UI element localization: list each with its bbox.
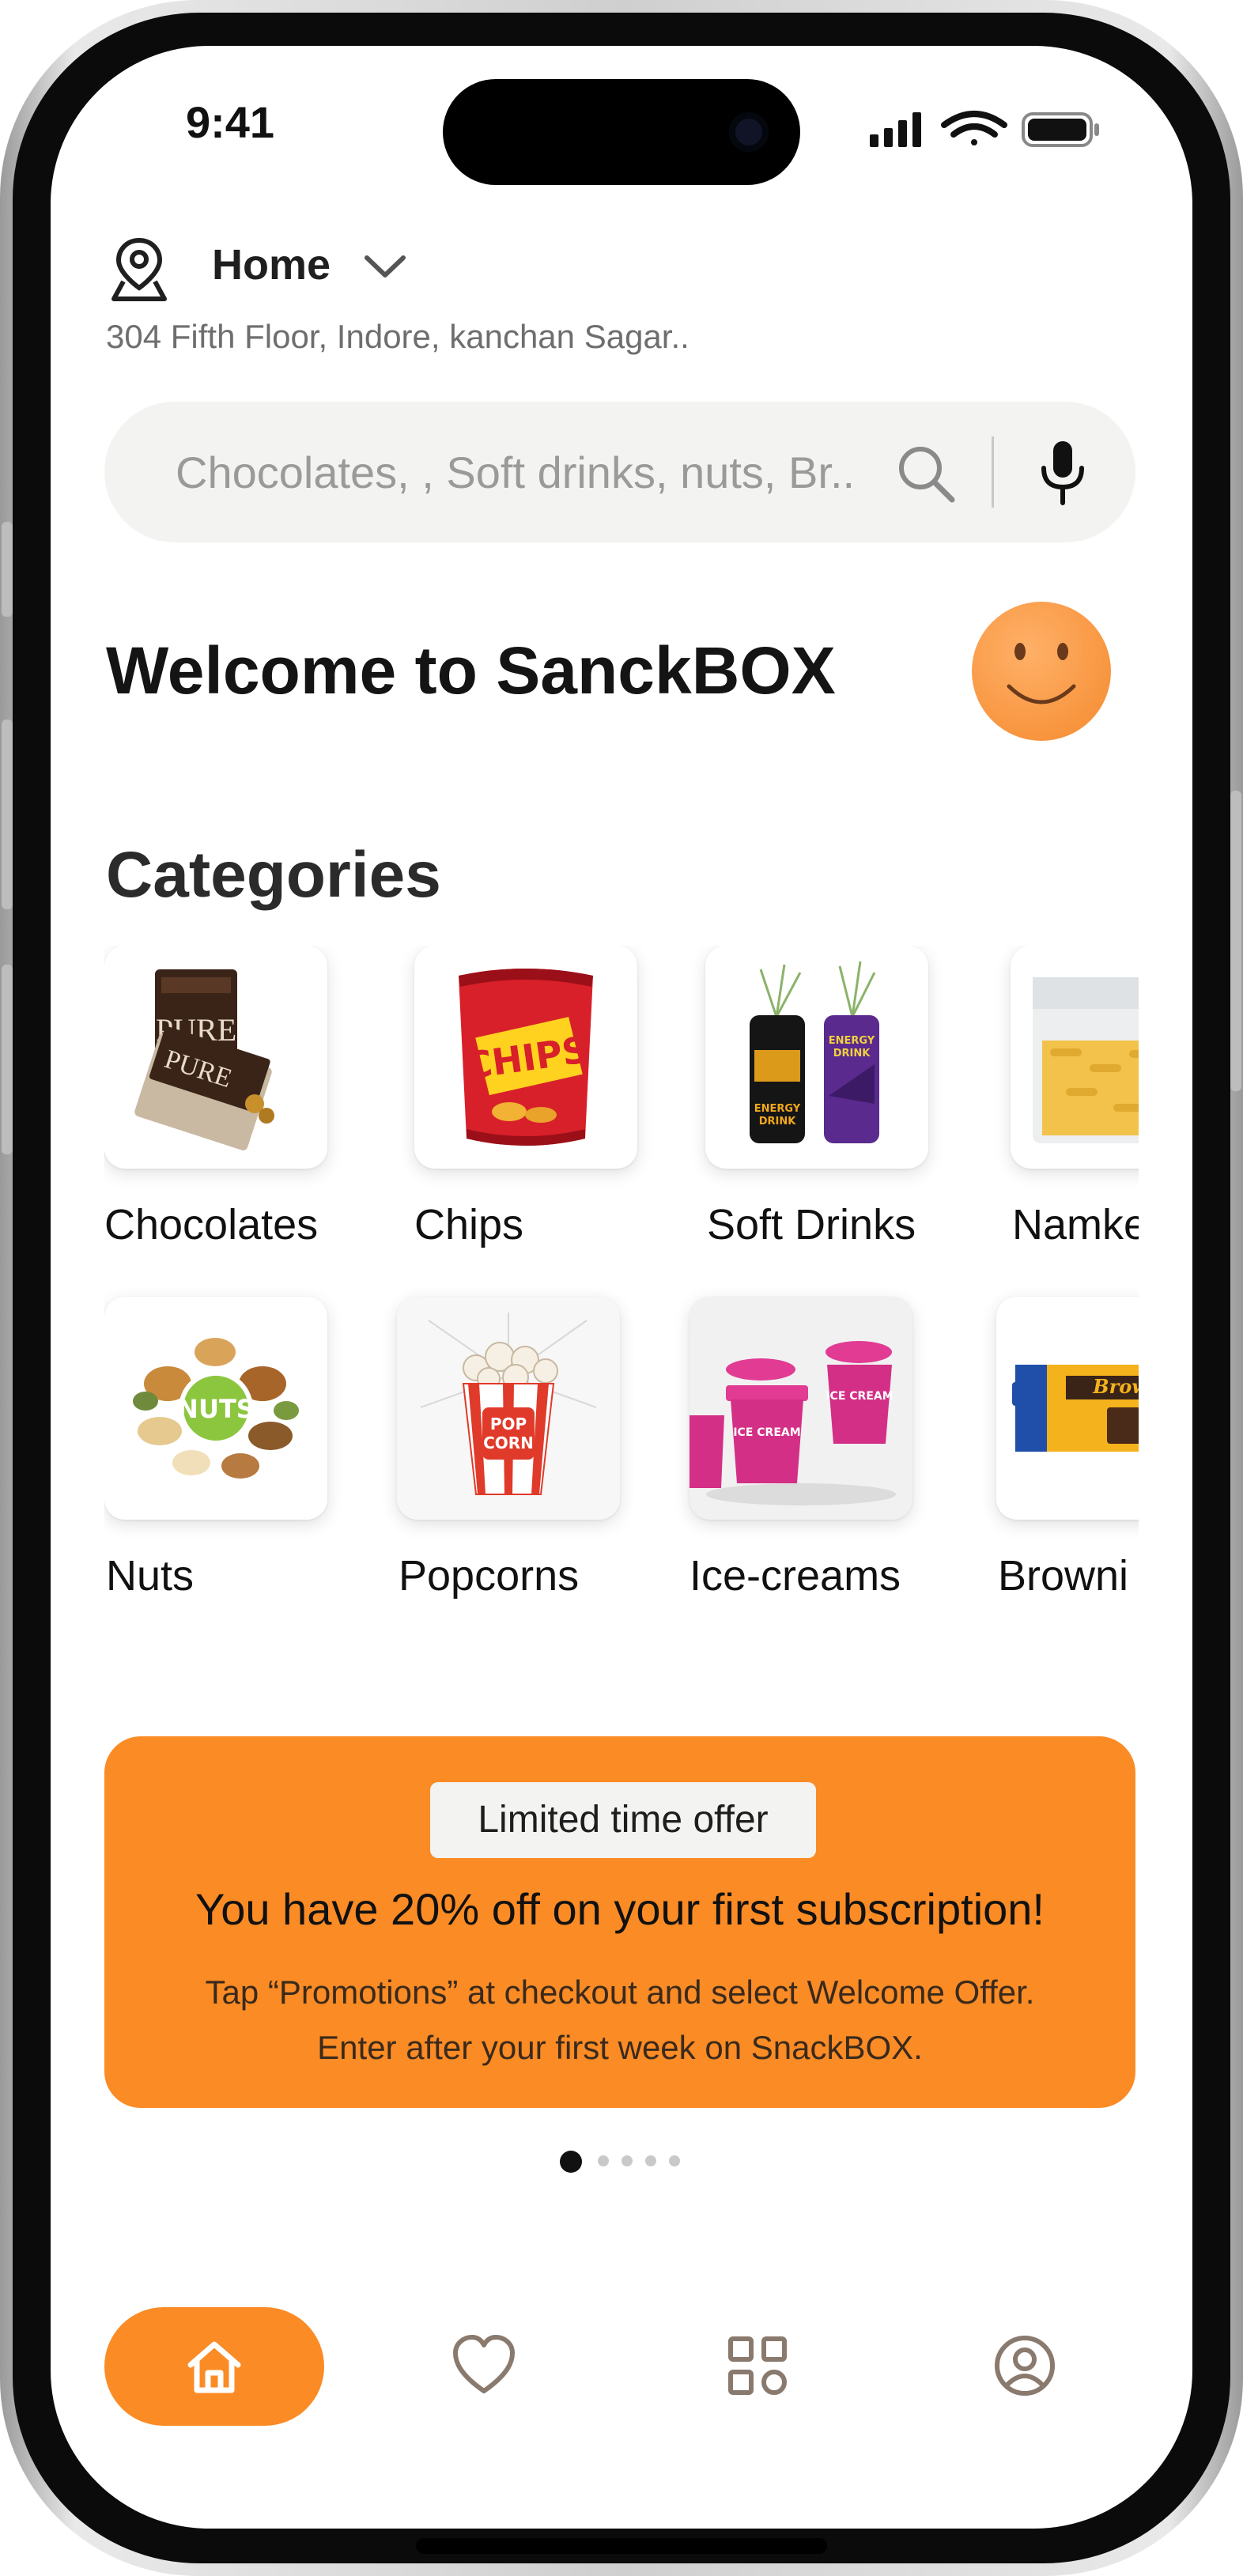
svg-text:ENERGY: ENERGY: [829, 1035, 875, 1047]
mixed-nuts-image: NUTS: [104, 1297, 327, 1520]
avatar[interactable]: [971, 601, 1112, 742]
dynamic-island: [443, 79, 800, 185]
chocolate-bars-image: PURE PURE: [104, 946, 327, 1169]
action-button: [2, 522, 13, 617]
svg-text:POP: POP: [490, 1415, 527, 1433]
namkeen-packet-image: [1011, 946, 1139, 1169]
category-label: Nuts: [106, 1552, 195, 1600]
status-time: 9:41: [185, 97, 275, 147]
location-title[interactable]: Home: [212, 240, 331, 289]
category-label: Soft Drinks: [707, 1201, 916, 1248]
home-icon: [187, 2341, 241, 2393]
carousel-dot[interactable]: [598, 2155, 609, 2166]
search-input[interactable]: [176, 443, 863, 501]
location-address: 304 Fifth Floor, Indore, kanchan Sagar..: [106, 318, 690, 355]
svg-text:NUTS: NUTS: [177, 1394, 255, 1424]
nav-home-button[interactable]: [104, 2307, 324, 2426]
battery-icon: [1022, 112, 1099, 147]
camera-icon: [729, 112, 769, 152]
promo-banner[interactable]: Limited time offer You have 20% off on y…: [104, 1736, 1135, 2108]
volume-up-button: [2, 720, 13, 909]
heart-icon[interactable]: [451, 2334, 517, 2397]
svg-text:DRINK: DRINK: [833, 1048, 871, 1059]
home-indicator[interactable]: [416, 2538, 827, 2554]
wifi-icon: [941, 111, 1007, 145]
carousel-dot-active[interactable]: [560, 2151, 582, 2173]
promo-badge: Limited time offer: [430, 1782, 816, 1858]
user-circle-icon[interactable]: [993, 2334, 1056, 2397]
search-icon[interactable]: [892, 440, 958, 506]
volume-down-button: [2, 965, 13, 1154]
brownie-packet-image: Brownie: [996, 1297, 1139, 1520]
grid-icon[interactable]: [726, 2334, 789, 2397]
carousel-dot[interactable]: [622, 2155, 633, 2166]
svg-text:ICE CREAM: ICE CREAM: [826, 1390, 893, 1403]
microphone-icon[interactable]: [1034, 438, 1091, 506]
category-label: Namke: [1012, 1201, 1139, 1248]
promo-line-1: Tap “Promotions” at checkout and select …: [205, 1974, 1035, 2011]
chips-packet-image: CHIPS: [414, 946, 637, 1169]
popcorn-bucket-image: POP CORN: [397, 1297, 620, 1520]
carousel-indicator: [560, 2147, 686, 2176]
energy-drink-cans-image: ENERGY DRINK ENERGY DRINK: [705, 946, 928, 1169]
search-bar: [104, 402, 1135, 542]
search-divider: [992, 436, 994, 508]
category-label: Popcorns: [399, 1552, 580, 1600]
categories-heading: Categories: [106, 839, 441, 911]
category-label: Chocolates: [104, 1201, 319, 1248]
categories-grid: PURE PURE Chocolates CHIPS Chips ENERGY …: [104, 946, 1139, 1641]
category-label: Chips: [414, 1201, 524, 1248]
ice-cream-tubs-image: ICE CREAM ICE CREAM: [690, 1297, 912, 1520]
promo-line-2: Enter after your first week on SnackBOX.: [317, 2029, 923, 2066]
promo-title: You have 20% off on your first subscript…: [195, 1884, 1045, 1934]
svg-text:CORN: CORN: [483, 1433, 534, 1452]
status-icons: [870, 111, 1099, 147]
chevron-down-icon[interactable]: [362, 251, 408, 283]
power-button: [1230, 791, 1241, 1091]
svg-text:ICE CREAM: ICE CREAM: [733, 1426, 800, 1439]
svg-text:Brownie: Brownie: [1092, 1375, 1139, 1398]
signal-icon: [870, 112, 921, 147]
carousel-dot[interactable]: [645, 2155, 656, 2166]
svg-text:DRINK: DRINK: [759, 1116, 797, 1127]
welcome-heading: Welcome to SanckBOX: [106, 633, 836, 708]
svg-text:ENERGY: ENERGY: [754, 1103, 801, 1115]
location-pin-icon[interactable]: [108, 236, 171, 304]
carousel-dot[interactable]: [669, 2155, 680, 2166]
category-label: Ice-creams: [690, 1552, 901, 1600]
category-label: Browni: [998, 1552, 1129, 1600]
